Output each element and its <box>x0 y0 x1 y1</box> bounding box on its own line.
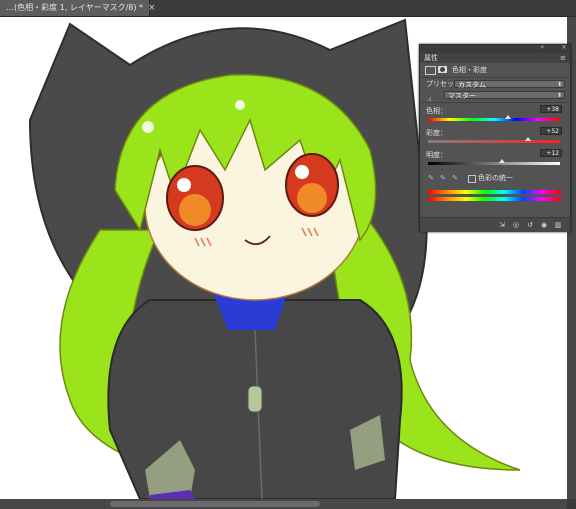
hue-spectrum-bar-adjusted <box>428 197 561 201</box>
document-tab-bar: …(色相・彩度 1, レイヤーマスク/8) * × <box>0 0 576 17</box>
close-icon[interactable]: × <box>148 0 156 16</box>
collapse-icon[interactable]: » <box>540 43 544 51</box>
delete-icon[interactable]: ▥ <box>554 221 562 229</box>
channel-value: マスター <box>448 92 476 100</box>
clip-to-layer-icon[interactable]: ⇲ <box>498 221 506 229</box>
document-tab[interactable]: …(色相・彩度 1, レイヤーマスク/8) * <box>0 0 151 16</box>
adjustment-name: 色相・彩度 <box>452 66 487 74</box>
preset-value: カスタム <box>458 81 486 89</box>
adjustment-layer-icon[interactable] <box>425 66 436 75</box>
dropdown-arrow-icon: ⬍ <box>556 81 562 88</box>
view-previous-icon[interactable]: ◎ <box>512 221 520 229</box>
eyedropper-plus-icon[interactable]: ✎ <box>440 174 447 182</box>
properties-panel: » × 属性 ≡ 色相・彩度 プリセット： カスタム ⬍ ☝ マスター ⬍ 色相… <box>419 43 571 232</box>
panel-footer: ⇲ ◎ ↺ ◉ ▥ <box>420 217 570 232</box>
panel-topbar: » × <box>420 43 570 53</box>
divider <box>420 102 570 103</box>
dropdown-arrow-icon: ⬍ <box>556 92 562 99</box>
visibility-icon[interactable]: ◉ <box>540 221 548 229</box>
hue-slider-thumb[interactable] <box>504 115 511 119</box>
reset-icon[interactable]: ↺ <box>526 221 534 229</box>
hue-slider-track[interactable] <box>428 118 560 121</box>
hue-label: 色相： <box>426 107 447 115</box>
lightness-value-field[interactable]: +12 <box>540 149 562 157</box>
panel-header: 属性 ≡ <box>420 53 570 63</box>
saturation-slider-track[interactable] <box>428 140 560 143</box>
lightness-slider-thumb[interactable] <box>498 159 505 163</box>
hue-spectrum-bar <box>428 190 561 194</box>
colorize-checkbox[interactable] <box>468 175 476 183</box>
targeted-adjustment-icon[interactable]: ☝ <box>427 96 432 105</box>
adjustment-row: 色相・彩度 <box>420 63 570 77</box>
hue-value-field[interactable]: +38 <box>540 105 562 113</box>
scroll-corner <box>567 499 576 509</box>
divider <box>420 77 570 78</box>
eyedropper-icon[interactable]: ✎ <box>428 174 435 182</box>
channel-dropdown[interactable]: マスター ⬍ <box>444 91 565 100</box>
eyedropper-minus-icon[interactable]: ✎ <box>452 174 459 182</box>
panel-title[interactable]: 属性 <box>424 53 438 63</box>
scrollbar-thumb[interactable] <box>110 501 320 507</box>
saturation-label: 彩度： <box>426 129 447 137</box>
saturation-value-field[interactable]: +52 <box>540 127 562 135</box>
saturation-slider-thumb[interactable] <box>525 137 532 141</box>
document-tab-title: …(色相・彩度 1, レイヤーマスク/8) * <box>6 3 144 12</box>
lightness-label: 明度： <box>426 151 447 159</box>
colorize-label: 色彩の統一 <box>478 174 513 182</box>
lightness-slider-track[interactable] <box>428 162 560 165</box>
panel-menu-icon[interactable]: ≡ <box>560 53 566 63</box>
horizontal-scrollbar[interactable] <box>0 499 567 509</box>
mask-icon[interactable] <box>438 66 447 73</box>
preset-dropdown[interactable]: カスタム ⬍ <box>454 80 565 89</box>
close-icon[interactable]: × <box>561 43 567 51</box>
